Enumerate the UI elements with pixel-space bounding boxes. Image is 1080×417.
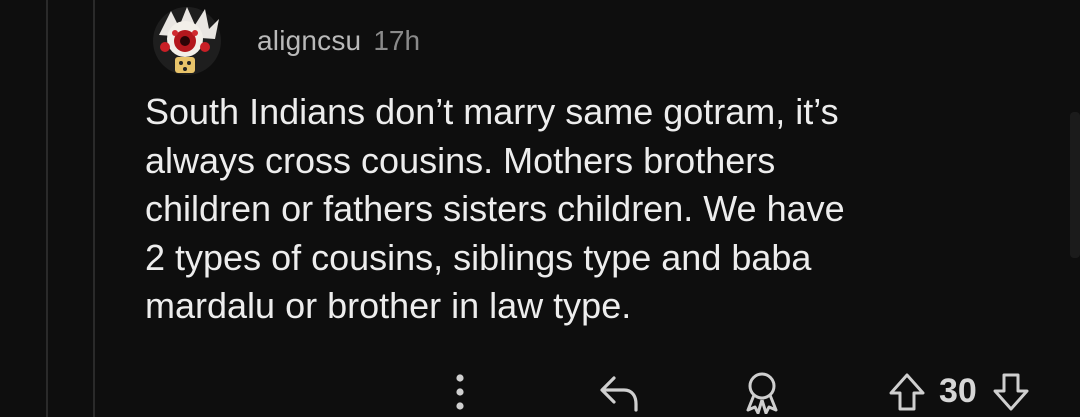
- downvote-icon: [993, 373, 1029, 410]
- more-vertical-icon: [456, 373, 464, 410]
- vote-score: 30: [939, 372, 977, 410]
- upvote-button[interactable]: [885, 371, 929, 413]
- avatar-image: [153, 7, 221, 75]
- comment-actions: 30: [445, 366, 1033, 417]
- comment-body-line: South Indians don’t marry same gotram, i…: [145, 91, 839, 132]
- upvote-icon: [889, 373, 925, 410]
- comment-body: South Indians don’t marry same gotram, i…: [145, 88, 1005, 331]
- award-icon: [746, 372, 778, 414]
- reply-icon: [600, 375, 638, 412]
- comment-body-line: 2 types of cousins, siblings type and ba…: [145, 236, 812, 278]
- thread-line-inner[interactable]: [93, 0, 95, 417]
- award-button[interactable]: [737, 370, 787, 414]
- avatar[interactable]: [145, 5, 231, 77]
- author-name[interactable]: aligncsu: [257, 25, 361, 57]
- reply-button[interactable]: [595, 372, 645, 412]
- downvote-button[interactable]: [989, 371, 1033, 413]
- scrollbar-thumb[interactable]: [1070, 112, 1080, 258]
- comment-age: 17h: [373, 25, 421, 56]
- more-options-button[interactable]: [445, 370, 475, 414]
- thread-line-outer[interactable]: [46, 0, 48, 417]
- comment-body-line: children or fathers sisters children. We…: [145, 188, 845, 229]
- comment-body-line: always cross cousins. Mothers brothers: [145, 139, 776, 181]
- comment-body-line: mardalu or brother in law type.: [145, 285, 632, 326]
- comment-header: aligncsu 17h: [145, 6, 420, 76]
